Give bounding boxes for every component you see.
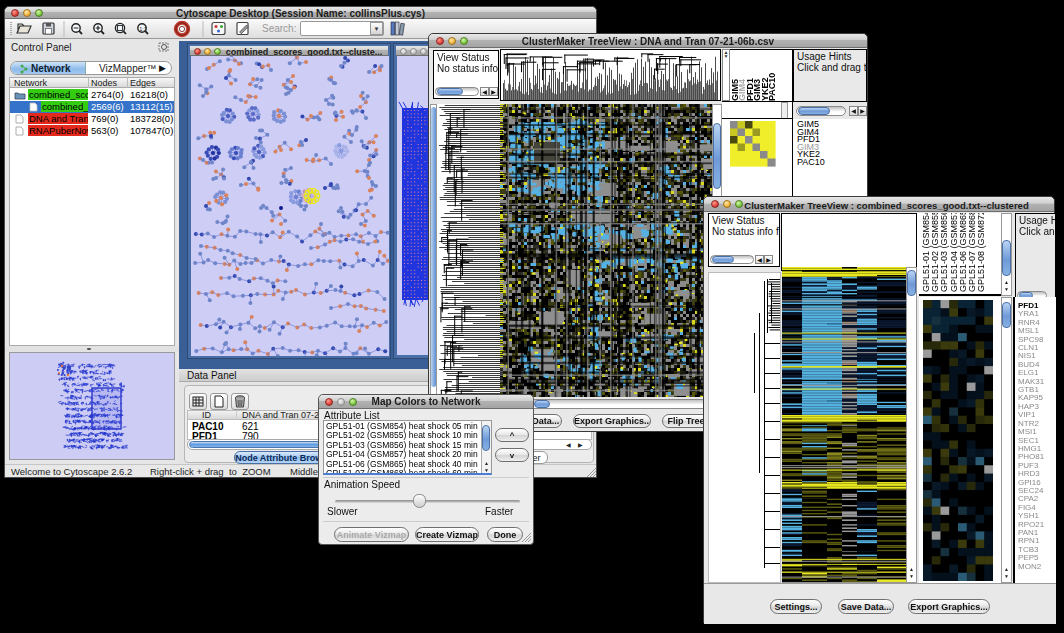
svg-text:1:1: 1:1 [139,26,147,32]
